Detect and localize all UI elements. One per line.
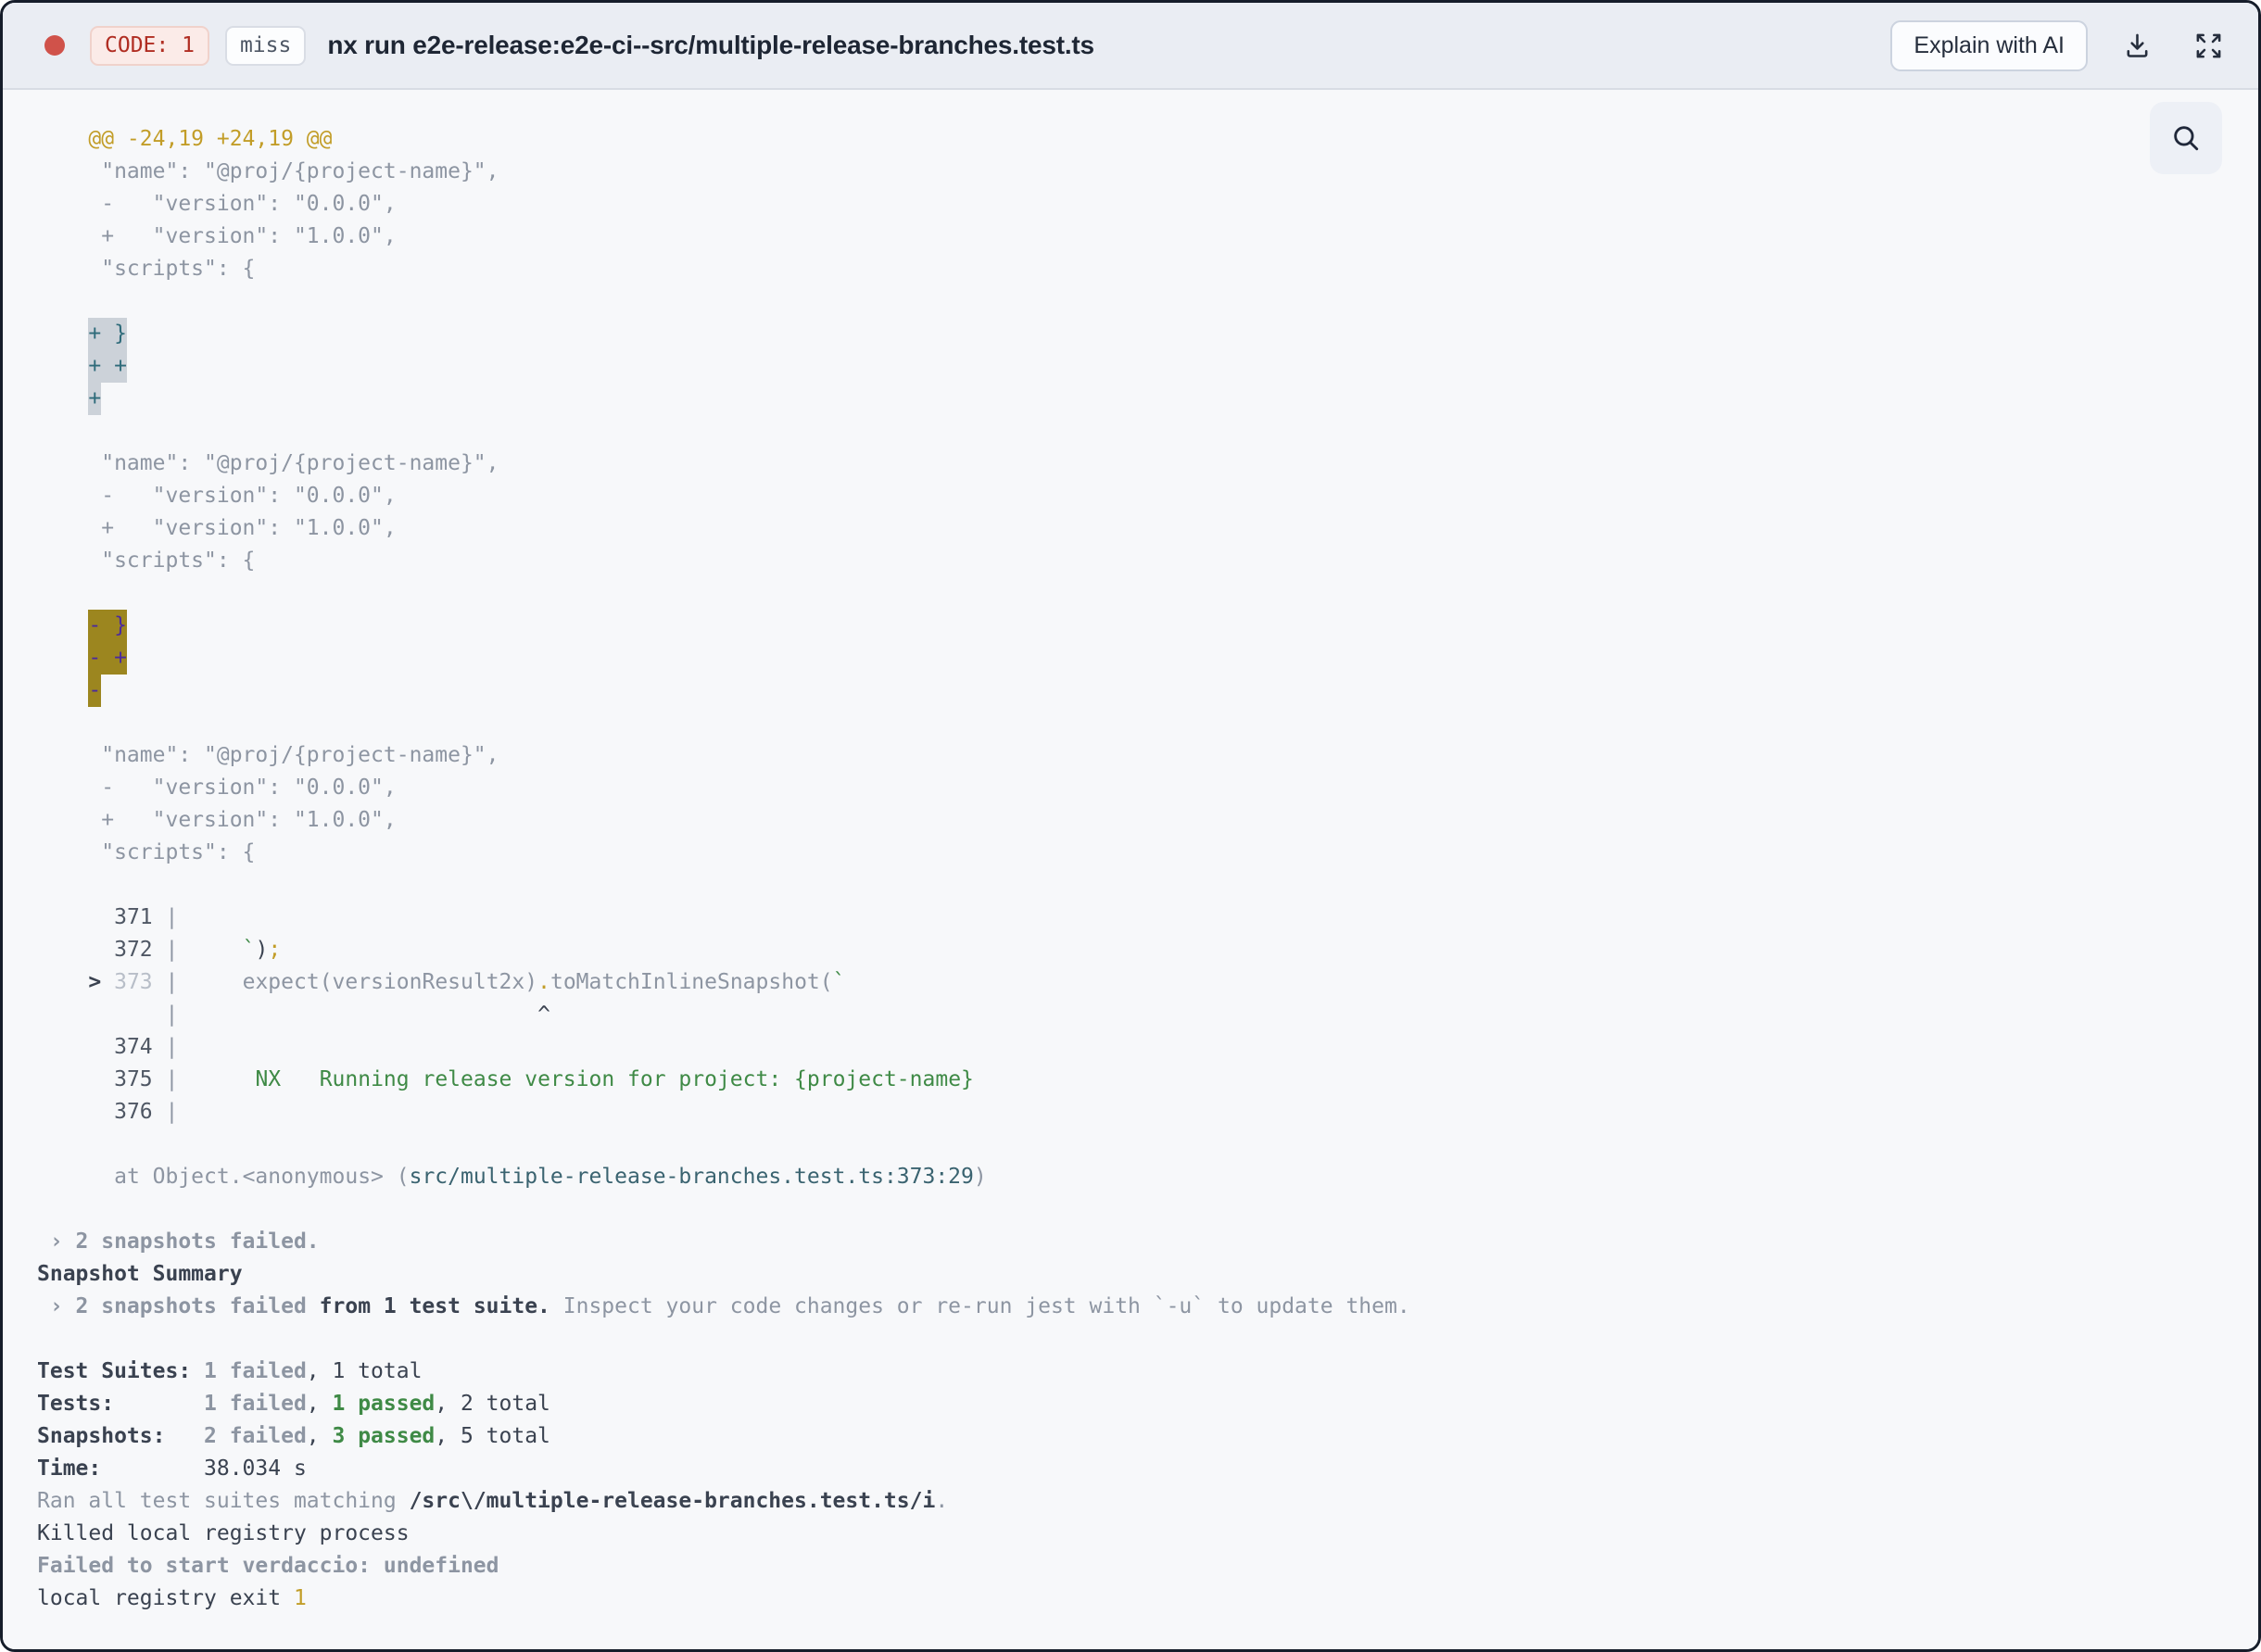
terminal-line: @@ -24,19 +24,19 @@	[88, 127, 333, 151]
terminal-line: + }	[37, 318, 2221, 350]
search-button[interactable]	[2150, 102, 2222, 174]
header: CODE: 1 miss nx run e2e-release:e2e-ci--…	[3, 3, 2258, 90]
search-icon	[2170, 122, 2202, 154]
terminal-line: "scripts": {	[37, 549, 256, 573]
terminal-line: Snapshot Summary	[37, 1262, 243, 1286]
terminal-line: 372 | `);	[114, 938, 282, 962]
expand-button[interactable]	[2194, 32, 2223, 60]
terminal-line: > 373 | expect(versionResult2x).toMatchI…	[88, 970, 846, 994]
terminal-line: + "version": "1.0.0",	[37, 224, 397, 248]
terminal-line: Test Suites: 1 failed, 1 total	[37, 1359, 423, 1383]
terminal-line: 371 |	[114, 905, 179, 929]
exit-code-badge: CODE: 1	[90, 25, 209, 66]
terminal-line: at Object.<anonymous> (src/multiple-rele…	[114, 1165, 987, 1189]
expand-icon	[2194, 32, 2223, 60]
terminal-line: - "version": "0.0.0",	[37, 192, 397, 216]
terminal-line: › 2 snapshots failed.	[37, 1230, 320, 1254]
terminal-line: + "version": "1.0.0",	[37, 808, 397, 832]
task-output-window: CODE: 1 miss nx run e2e-release:e2e-ci--…	[0, 0, 2261, 1652]
terminal-line: - "version": "0.0.0",	[37, 776, 397, 800]
terminal-line: - }	[37, 610, 2221, 642]
terminal-line: + +	[37, 350, 2221, 383]
terminal-line: 374 |	[114, 1035, 179, 1059]
cache-status-badge: miss	[224, 25, 307, 66]
terminal-line: "name": "@proj/{project-name}",	[37, 451, 499, 475]
terminal-line: Killed local registry process	[37, 1521, 410, 1545]
terminal-line: Time: 38.034 s	[37, 1457, 307, 1481]
terminal-line: +	[37, 383, 2221, 415]
terminal-output: @@ -24,19 +24,19 @@ "name": "@proj/{proj…	[3, 90, 2258, 1649]
terminal-text: @@ -24,19 +24,19 @@ "name": "@proj/{proj…	[3, 90, 2258, 1615]
terminal-line: + "version": "1.0.0",	[37, 516, 397, 540]
terminal-line: -	[37, 675, 2221, 707]
explain-with-ai-button[interactable]: Explain with AI	[1890, 19, 2088, 71]
terminal-line: Snapshots: 2 failed, 3 passed, 5 total	[37, 1424, 550, 1448]
terminal-line: - "version": "0.0.0",	[37, 484, 397, 508]
terminal-line: - +	[37, 642, 2221, 675]
terminal-line: Failed to start verdaccio: undefined	[37, 1554, 499, 1578]
terminal-line: 375 | NX Running release version for pro…	[114, 1067, 974, 1091]
terminal-line: 376 |	[114, 1100, 179, 1124]
terminal-line: › 2 snapshots failed from 1 test suite. …	[37, 1294, 1410, 1318]
terminal-line: local registry exit 1	[37, 1586, 307, 1610]
download-button[interactable]	[2123, 32, 2152, 60]
terminal-line: "name": "@proj/{project-name}",	[37, 743, 499, 767]
terminal-line: Tests: 1 failed, 1 passed, 2 total	[37, 1392, 550, 1416]
terminal-line: "name": "@proj/{project-name}",	[37, 159, 499, 183]
terminal-line: | ^	[165, 1003, 550, 1027]
terminal-line: Ran all test suites matching /src\/multi…	[37, 1489, 949, 1513]
terminal-line: "scripts": {	[37, 840, 256, 864]
record-dot-icon	[44, 35, 65, 56]
task-title: nx run e2e-release:e2e-ci--src/multiple-…	[327, 31, 1094, 59]
download-icon	[2123, 32, 2152, 60]
terminal-line: "scripts": {	[37, 257, 256, 281]
